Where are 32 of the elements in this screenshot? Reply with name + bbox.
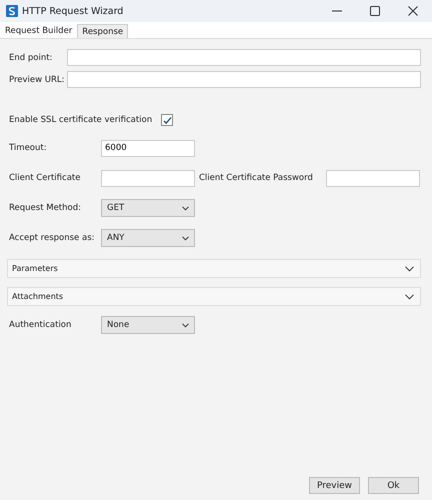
tab[interactable]: Response bbox=[77, 24, 128, 38]
window-title: HTTP Request Wizard bbox=[22, 6, 124, 16]
field-label: Client Certificate Password bbox=[199, 173, 314, 183]
close-icon[interactable] bbox=[408, 6, 418, 16]
field-label: Accept response as: bbox=[9, 233, 96, 243]
input-field[interactable]: 6000 bbox=[101, 140, 195, 156]
field-label: Preview URL: bbox=[9, 74, 66, 84]
chevron-icon bbox=[405, 294, 414, 300]
input-field[interactable] bbox=[67, 71, 421, 88]
password-field[interactable] bbox=[326, 170, 420, 186]
field-label: Client Certificate bbox=[9, 173, 82, 183]
dropdown[interactable]: None bbox=[101, 316, 195, 334]
field-label: Timeout: bbox=[9, 143, 48, 153]
maximize-icon[interactable] bbox=[370, 6, 380, 16]
dropdown[interactable]: GET bbox=[101, 199, 195, 217]
chevron-icon bbox=[405, 266, 414, 272]
app-logo-icon bbox=[6, 5, 18, 17]
collapsible-panel[interactable]: Parameters bbox=[7, 259, 421, 278]
chevron-down-icon bbox=[182, 322, 189, 328]
input-field[interactable] bbox=[101, 170, 195, 186]
dialog-button[interactable]: Ok bbox=[368, 477, 419, 494]
field-label: Request Method: bbox=[9, 203, 82, 213]
dialog-button[interactable]: Preview bbox=[309, 477, 360, 494]
field-label: Authentication bbox=[9, 320, 72, 330]
collapsible-panel[interactable]: Attachments bbox=[7, 287, 421, 306]
dropdown[interactable]: ANY bbox=[101, 229, 195, 247]
chevron-down-icon bbox=[182, 206, 189, 210]
input-field[interactable] bbox=[67, 49, 421, 66]
checkbox-label: Enable SSL certificate verification bbox=[9, 115, 152, 125]
checkbox[interactable] bbox=[161, 114, 174, 126]
field-label: End point: bbox=[9, 52, 54, 62]
chevron-down-icon bbox=[182, 236, 189, 240]
